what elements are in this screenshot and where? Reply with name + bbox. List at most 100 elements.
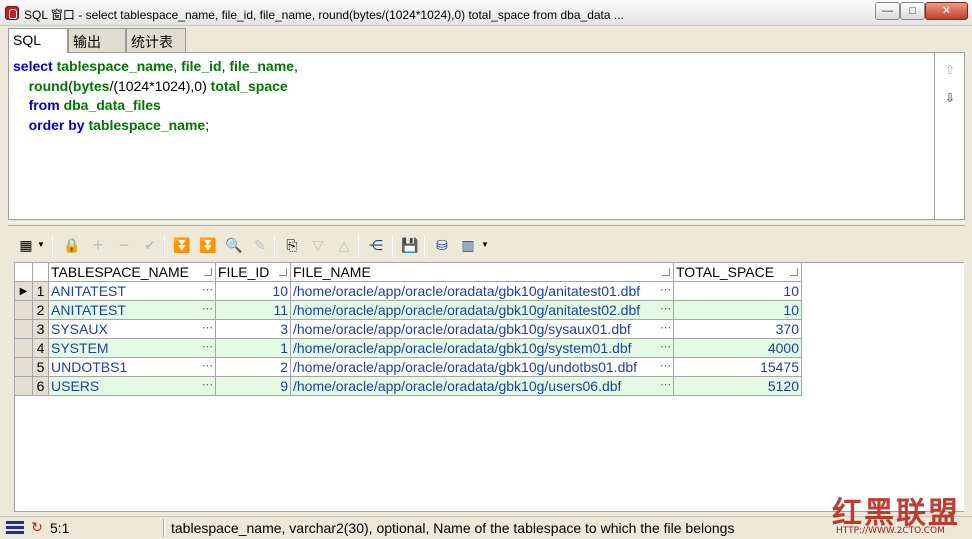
column-header-total-space[interactable]: TOTAL_SPACE — [673, 262, 802, 282]
sql-line-2: round(bytes/(1024*1024),0) total_space — [28, 77, 288, 94]
cursor-position: 5:1 — [50, 520, 70, 536]
editor-side-panel: ⇧ ⇩ — [935, 52, 965, 220]
sql-editor[interactable]: select tablespace_name, file_id, file_na… — [8, 52, 935, 220]
cell-file-name[interactable]: /home/oracle/app/oracle/oradata/gbk10g/u… — [290, 376, 674, 396]
window-title: SQL 窗口 - select tablespace_name, file_id… — [24, 8, 624, 22]
tab-sql[interactable]: SQL — [8, 28, 68, 53]
cell-tablespace-name[interactable]: ANITATEST ⋯ — [48, 281, 216, 301]
delete-record-icon[interactable]: − — [114, 235, 134, 255]
sql-window-icon — [5, 6, 19, 20]
watermark: 红黑联盟 HTTP://WWW.2CTO.COM — [830, 488, 972, 539]
post-changes-icon[interactable]: ✔ — [140, 235, 160, 255]
table-row[interactable]: 3 SYSAUX ⋯ 3 /home/oracle/app/oracle/orad… — [14, 319, 802, 339]
close-button[interactable]: ✕ — [925, 2, 968, 20]
save-icon[interactable]: 💾 — [400, 235, 420, 255]
cell-file-id[interactable]: 3 — [215, 319, 291, 339]
watermark-url: HTTP://WWW.2CTO.COM — [836, 526, 945, 536]
row-number: 4 — [32, 338, 49, 358]
sql-line-3: from dba_data_files — [13, 97, 930, 117]
minimize-button[interactable]: — — [875, 2, 900, 20]
table-row[interactable]: 4 SYSTEM ⋯ 1 /home/oracle/app/oracle/orad… — [14, 338, 802, 358]
table-row[interactable]: 5 UNDOTBS1 ⋯ 2 /home/oracle/app/oracle/or… — [14, 357, 802, 377]
current-row-indicator-icon: ▶ — [14, 281, 33, 301]
cell-file-id[interactable]: 11 — [215, 300, 291, 320]
cell-file-id[interactable]: 10 — [215, 281, 291, 301]
column-bytes: bytes — [72, 77, 110, 94]
cell-tablespace-name[interactable]: USERS ⋯ — [48, 376, 216, 396]
query-by-example-icon[interactable]: ⎘ — [282, 235, 302, 255]
maximize-button[interactable]: □ — [900, 2, 925, 20]
export-icon[interactable]: ⛁ — [432, 235, 452, 255]
table-row[interactable]: ▶ 1 ANITATEST ⋯ 10 /home/oracle/app/oracl… — [14, 281, 802, 301]
result-table: TABLESPACE_NAME FILE_ID FILE_NAME TOTAL_… — [14, 262, 802, 396]
lock-icon[interactable]: 🔒 — [62, 235, 82, 255]
cell-total-space[interactable]: 10 — [673, 281, 802, 301]
cell-tablespace-name[interactable]: UNDOTBS1 ⋯ — [48, 357, 216, 377]
previous-page-icon[interactable]: △ — [334, 235, 354, 255]
find-icon[interactable]: 🔍 — [224, 235, 244, 255]
cell-file-id[interactable]: 2 — [215, 357, 291, 377]
next-page-icon[interactable]: ▽ — [308, 235, 328, 255]
cell-file-name[interactable]: /home/oracle/app/oracle/oradata/gbk10g/a… — [290, 300, 674, 320]
sql-expression: (1024*1024),0 — [113, 77, 203, 94]
row-number: 1 — [32, 281, 49, 301]
column-header-file-name[interactable]: FILE_NAME — [290, 262, 674, 282]
window-title-bar: SQL 窗口 - select tablespace_name, file_id… — [0, 0, 972, 26]
clear-icon[interactable]: ✎ — [250, 235, 270, 255]
cell-total-space[interactable]: 15475 — [673, 357, 802, 377]
chart-icon[interactable]: ▥ — [458, 235, 478, 255]
cell-total-space[interactable]: 5120 — [673, 376, 802, 396]
header-row: TABLESPACE_NAME FILE_ID FILE_NAME TOTAL_… — [14, 262, 802, 282]
cell-tablespace-name[interactable]: ANITATEST ⋯ — [48, 300, 216, 320]
editor-mode-icon[interactable] — [6, 521, 24, 535]
cell-file-name[interactable]: /home/oracle/app/oracle/oradata/gbk10g/a… — [290, 281, 674, 301]
order-column: tablespace_name — [88, 116, 206, 133]
cell-total-space[interactable]: 4000 — [673, 338, 802, 358]
cell-file-name[interactable]: /home/oracle/app/oracle/oradata/gbk10g/u… — [290, 357, 674, 377]
column-tablespace-name: tablespace_name — [56, 58, 174, 74]
insert-record-icon[interactable]: + — [88, 235, 108, 255]
cell-file-id[interactable]: 1 — [215, 338, 291, 358]
row-number: 2 — [32, 300, 49, 320]
keyword-select: select — [13, 58, 53, 74]
keyword-from: from — [28, 97, 60, 113]
status-bar: ↻ 5:1 tablespace_name, varchar2(30), opt… — [0, 516, 972, 539]
table-dba-data-files: dba_data_files — [63, 97, 161, 113]
cell-total-space[interactable]: 10 — [673, 300, 802, 320]
status-message: tablespace_name, varchar2(30), optional,… — [171, 520, 735, 536]
function-round: round — [28, 77, 69, 94]
cell-file-name[interactable]: /home/oracle/app/oracle/oradata/gbk10g/s… — [290, 319, 674, 339]
cell-tablespace-name[interactable]: SYSAUX ⋯ — [48, 319, 216, 339]
fetch-last-icon[interactable]: ⏬ — [198, 235, 218, 255]
row-number: 6 — [32, 376, 49, 396]
alias-total-space: total_space — [210, 77, 288, 94]
column-header-tablespace-name[interactable]: TABLESPACE_NAME — [48, 262, 216, 282]
grid-dropdown-icon[interactable]: ▼ — [36, 235, 46, 255]
arrow-down-icon[interactable]: ⇩ — [943, 91, 957, 105]
column-header-file-id[interactable]: FILE_ID — [215, 262, 291, 282]
pane-splitter[interactable] — [8, 222, 965, 226]
row-number: 3 — [32, 319, 49, 339]
cell-tablespace-name[interactable]: SYSTEM ⋯ — [48, 338, 216, 358]
arrow-up-icon[interactable]: ⇧ — [943, 63, 957, 77]
result-grid: TABLESPACE_NAME FILE_ID FILE_NAME TOTAL_… — [14, 262, 964, 512]
result-toolbar: ▦ ▼ 🔒 + − ✔ ⏬ ⏬ 🔍 ✎ ⎘ ▽ △ ⋲ 💾 ⛁ ▥ ▼ — [14, 233, 964, 259]
single-record-view-icon[interactable]: ⋲ — [366, 235, 386, 255]
column-file-name: file_name — [229, 58, 294, 74]
row-number: 5 — [32, 357, 49, 377]
tab-output[interactable]: 输出 — [68, 28, 126, 52]
sql-line-1: select tablespace_name, file_id, file_na… — [13, 58, 298, 74]
column-file-id: file_id — [181, 58, 222, 74]
keyword-order-by: order by — [28, 116, 85, 133]
sql-line-4: order by tablespace_name; — [28, 116, 210, 133]
fetch-next-icon[interactable]: ⏬ — [172, 235, 192, 255]
table-row[interactable]: 6 USERS ⋯ 9 /home/oracle/app/oracle/orada… — [14, 376, 802, 396]
tab-statistics[interactable]: 统计表 — [126, 28, 186, 52]
chart-dropdown-icon[interactable]: ▼ — [480, 235, 490, 255]
cell-file-name[interactable]: /home/oracle/app/oracle/oradata/gbk10g/s… — [290, 338, 674, 358]
grid-select-icon[interactable]: ▦ — [16, 235, 36, 255]
cell-total-space[interactable]: 370 — [673, 319, 802, 339]
cell-file-id[interactable]: 9 — [215, 376, 291, 396]
refresh-icon[interactable]: ↻ — [30, 520, 44, 534]
table-row[interactable]: 2 ANITATEST ⋯ 11 /home/oracle/app/oracle/… — [14, 300, 802, 320]
